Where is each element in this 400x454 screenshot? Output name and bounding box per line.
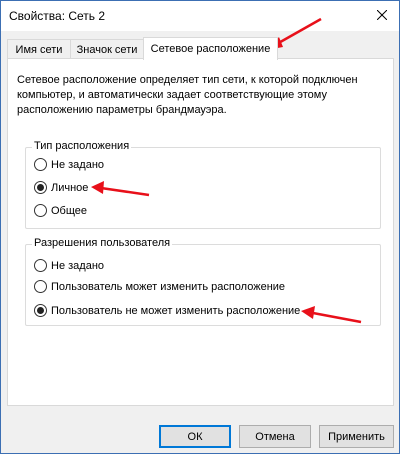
radio-selected-dot bbox=[37, 184, 44, 191]
cancel-button[interactable]: Отмена bbox=[239, 425, 311, 448]
radio-button[interactable] bbox=[34, 304, 47, 317]
close-icon bbox=[377, 10, 387, 20]
radio-permission-cannot-change[interactable]: Пользователь не может изменить расположе… bbox=[34, 304, 300, 317]
radio-location-public[interactable]: Общее bbox=[34, 204, 87, 217]
tab-network-icon[interactable]: Значок сети bbox=[70, 39, 144, 59]
title-bar: Свойства: Сеть 2 bbox=[1, 1, 399, 31]
radio-button[interactable] bbox=[34, 259, 47, 272]
radio-button[interactable] bbox=[34, 158, 47, 171]
radio-location-private[interactable]: Личное bbox=[34, 181, 88, 194]
user-permissions-title: Разрешения пользователя bbox=[32, 237, 173, 249]
properties-dialog: Свойства: Сеть 2 Имя сети Значок сети Се… bbox=[0, 0, 400, 454]
apply-button[interactable]: Применить bbox=[319, 425, 394, 448]
window-title: Свойства: Сеть 2 bbox=[9, 9, 106, 23]
radio-label: Общее bbox=[51, 204, 88, 217]
tab-network-name[interactable]: Имя сети bbox=[7, 39, 71, 59]
radio-button[interactable] bbox=[34, 204, 47, 217]
radio-button[interactable] bbox=[34, 280, 47, 293]
radio-button[interactable] bbox=[34, 181, 47, 194]
ok-button[interactable]: ОК bbox=[159, 425, 231, 448]
radio-label: Не задано bbox=[51, 259, 105, 272]
location-type-title: Тип расположения bbox=[32, 140, 132, 152]
radio-permission-can-change[interactable]: Пользователь может изменить расположение bbox=[34, 280, 285, 293]
radio-selected-dot bbox=[37, 307, 44, 314]
radio-label: Личное bbox=[51, 181, 89, 194]
close-button[interactable] bbox=[369, 3, 395, 27]
radio-label: Не задано bbox=[51, 158, 105, 171]
radio-permission-not-set[interactable]: Не задано bbox=[34, 259, 104, 272]
tab-strip: Имя сети Значок сети Сетевое расположени… bbox=[7, 37, 395, 60]
location-description: Сетевое расположение определяет тип сети… bbox=[17, 74, 358, 116]
radio-location-not-set[interactable]: Не задано bbox=[34, 158, 104, 171]
radio-label: Пользователь может изменить расположение bbox=[51, 280, 286, 293]
radio-label: Пользователь не может изменить расположе… bbox=[51, 304, 301, 317]
tab-network-location[interactable]: Сетевое расположение bbox=[143, 37, 278, 60]
